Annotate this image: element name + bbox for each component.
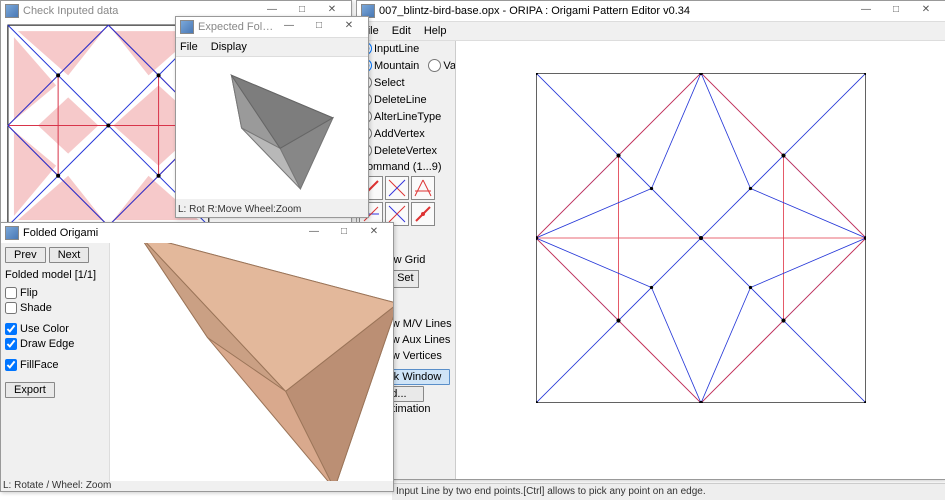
app-icon [5, 226, 19, 240]
chk-fillface[interactable] [5, 359, 17, 371]
expected-status: L: Rot R:Move Wheel:Zoom [178, 204, 301, 215]
folded-canvas[interactable] [110, 243, 393, 481]
export-button[interactable]: Export [5, 382, 55, 398]
tool-3[interactable] [411, 176, 435, 200]
menu-display[interactable]: Display [211, 41, 247, 53]
expected-title: Expected Folded Ori... [198, 17, 274, 37]
chk-usecolor[interactable] [5, 323, 17, 335]
chk-flip[interactable] [5, 287, 17, 299]
expected-canvas[interactable] [176, 57, 368, 199]
prev-button[interactable]: Prev [5, 247, 46, 263]
maximize-button[interactable]: □ [329, 223, 359, 243]
tool-6[interactable] [411, 202, 435, 226]
hint-bar: Input Line by two end points.[Ctrl] allo… [392, 483, 945, 500]
model-count: Folded model [1/1] [5, 269, 105, 281]
maximize-button[interactable]: □ [881, 1, 911, 21]
main-window: 007_blintz-bird-base.opx - ORIPA : Origa… [356, 0, 945, 480]
tool-icons [359, 176, 453, 226]
next-button[interactable]: Next [49, 247, 90, 263]
menu-edit[interactable]: Edit [392, 25, 411, 37]
folded-titlebar[interactable]: Folded Origami — □ ✕ [1, 223, 393, 244]
close-button[interactable]: ✕ [359, 223, 389, 243]
folded-title: Folded Origami [23, 223, 299, 243]
minimize-button[interactable]: — [851, 1, 881, 21]
linetype-valley[interactable] [428, 59, 441, 72]
folded-window: Folded Origami — □ ✕ Prev Next Folded mo… [0, 222, 394, 492]
expected-window: Expected Folded Ori... — □ ✕ File Displa… [175, 16, 369, 218]
command-label: Command (1...9) [359, 161, 454, 173]
menu-file[interactable]: File [180, 41, 198, 53]
main-titlebar[interactable]: 007_blintz-bird-base.opx - ORIPA : Origa… [357, 1, 945, 22]
minimize-button[interactable]: — [274, 17, 304, 37]
app-icon [5, 4, 19, 18]
menu-help[interactable]: Help [424, 25, 447, 37]
set-button[interactable]: Set [392, 270, 419, 288]
close-button[interactable]: ✕ [911, 1, 941, 21]
chk-drawedge[interactable] [5, 338, 17, 350]
main-menubar: File Edit Help [357, 22, 945, 41]
crease-pattern-canvas[interactable] [456, 41, 945, 479]
close-button[interactable]: ✕ [334, 17, 364, 37]
tool-2[interactable] [385, 176, 409, 200]
app-icon [180, 20, 194, 34]
expected-menubar: File Display [176, 38, 368, 57]
expected-titlebar[interactable]: Expected Folded Ori... — □ ✕ [176, 17, 368, 38]
folded-status: L: Rotate / Wheel: Zoom [3, 480, 111, 491]
maximize-button[interactable]: □ [304, 17, 334, 37]
chk-shade[interactable] [5, 302, 17, 314]
folded-options: Prev Next Folded model [1/1] Flip Shade … [1, 243, 110, 481]
main-title: 007_blintz-bird-base.opx - ORIPA : Origa… [379, 1, 851, 21]
minimize-button[interactable]: — [299, 223, 329, 243]
